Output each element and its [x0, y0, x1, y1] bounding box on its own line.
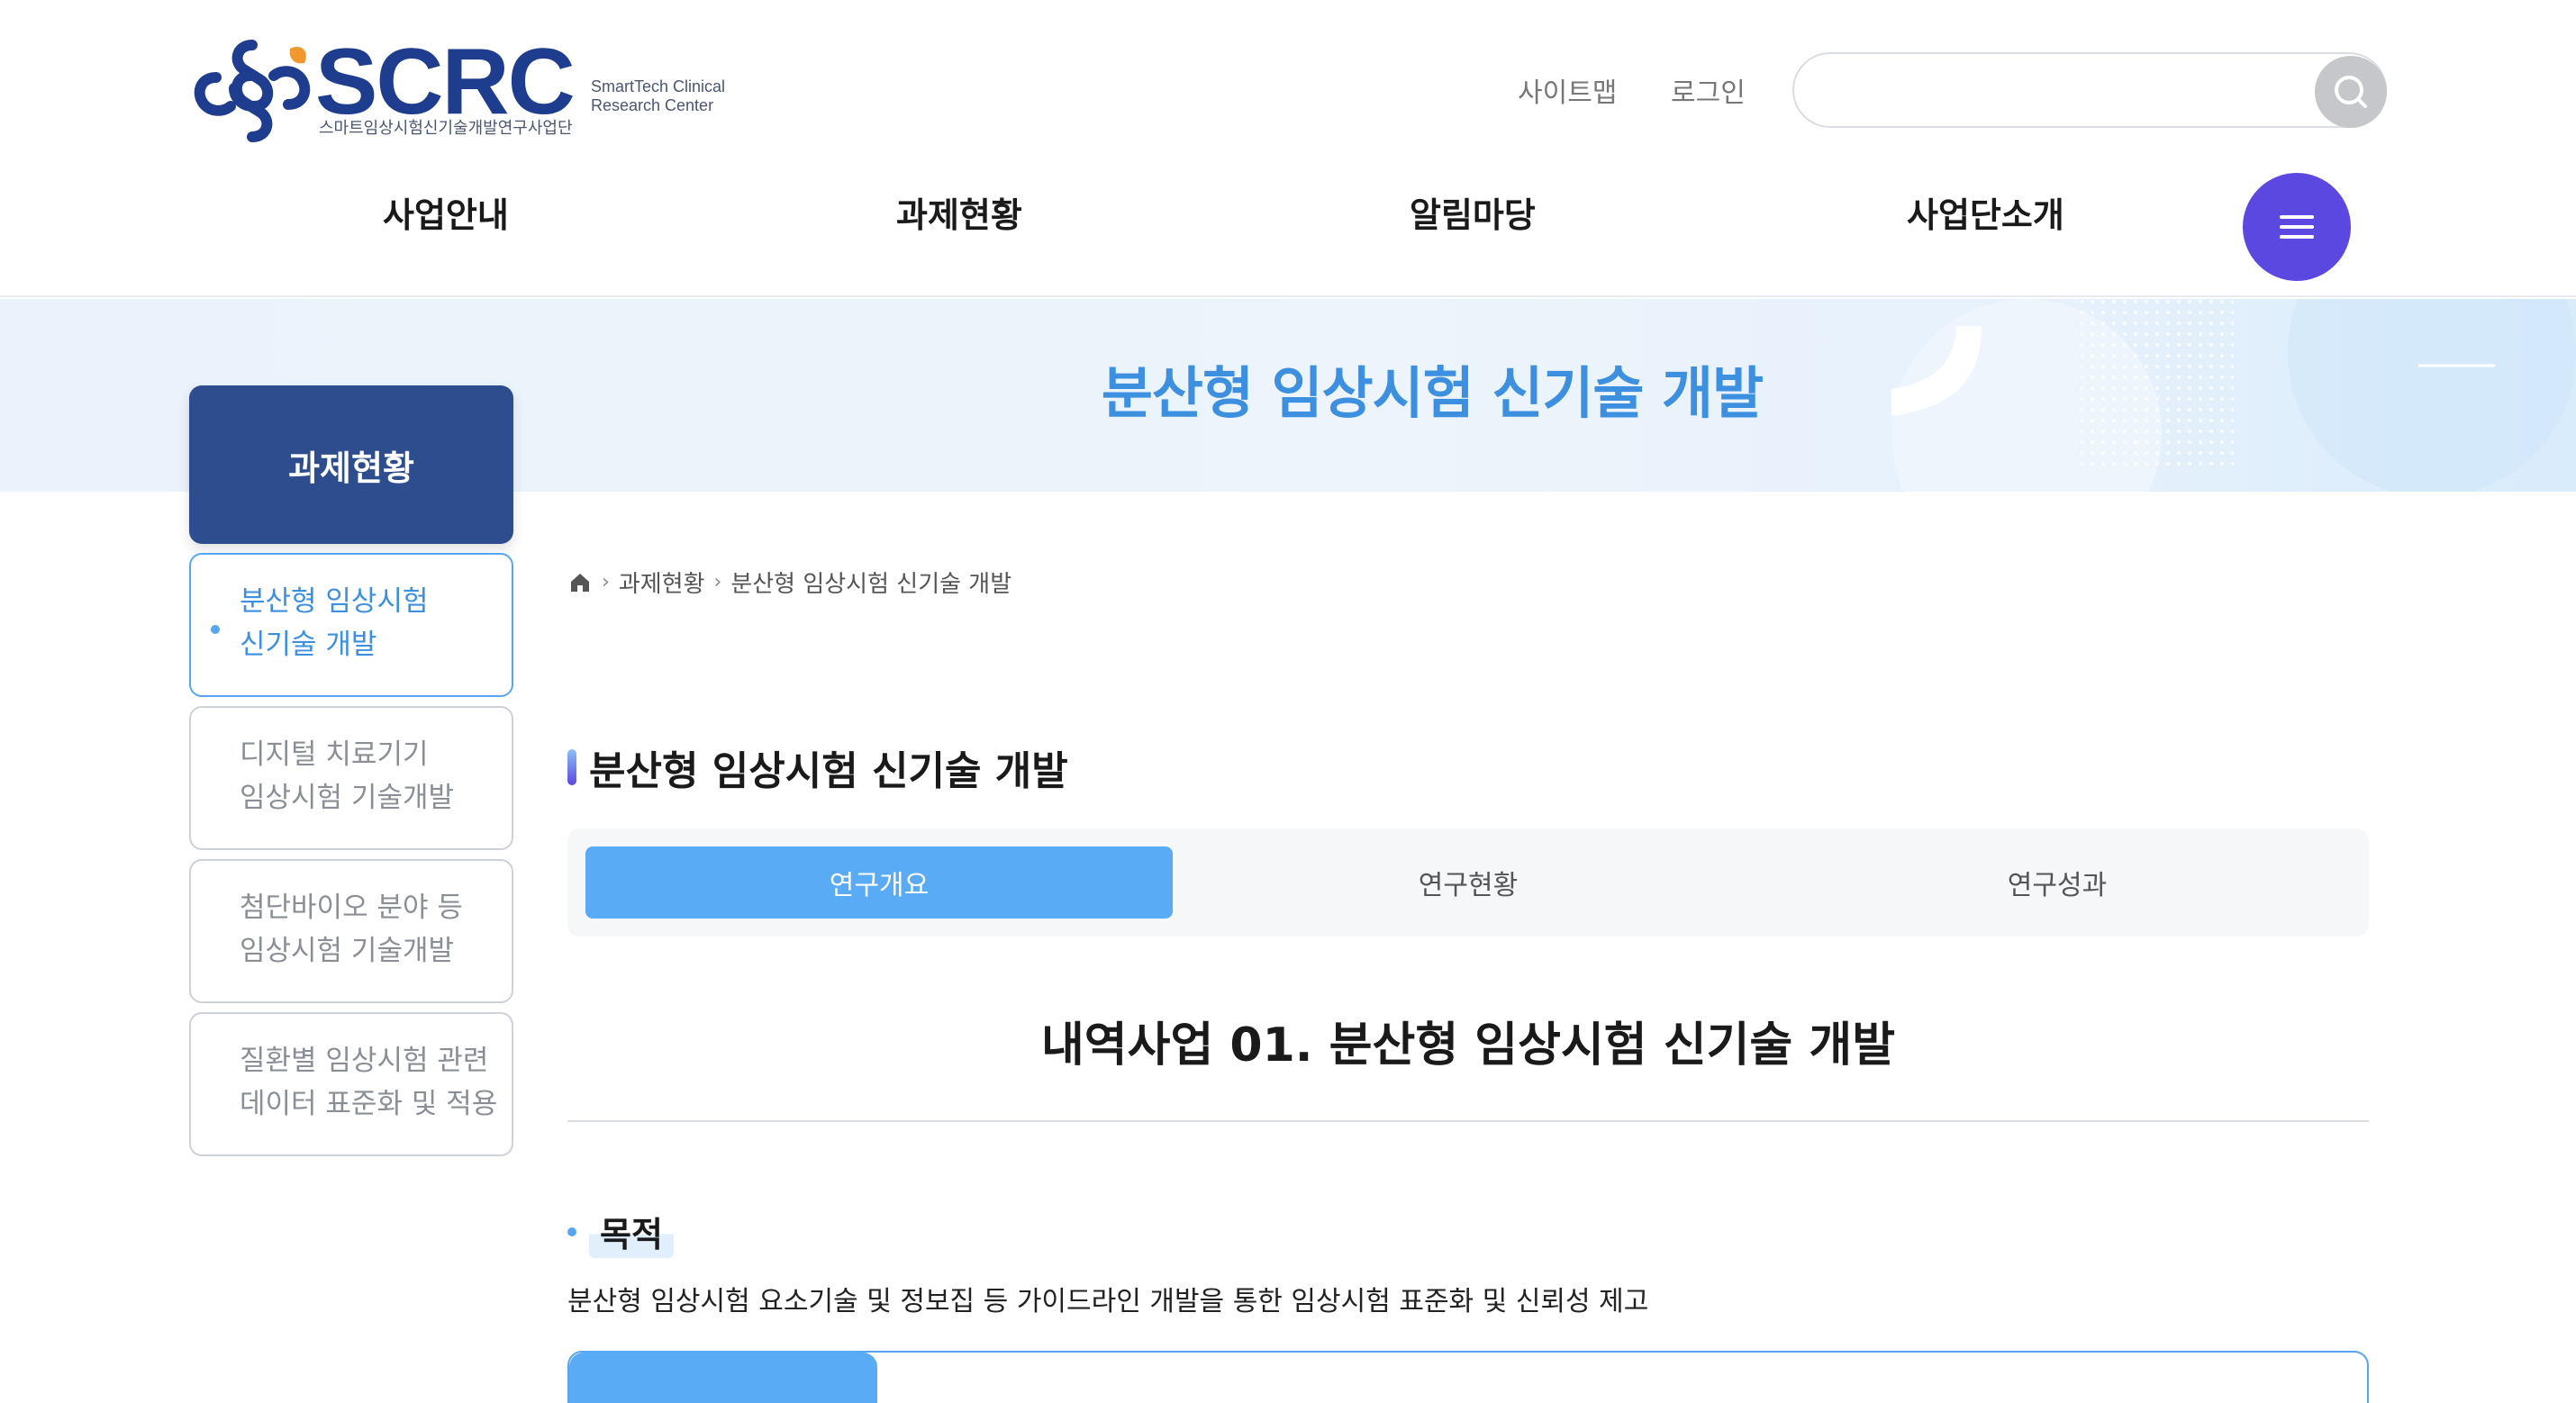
- home-icon[interactable]: [567, 570, 593, 595]
- bullet-icon: [567, 1226, 576, 1236]
- breadcrumb: › 과제현황 › 분산형 임상시험 신기술 개발: [567, 566, 1011, 599]
- section-divider: [567, 1120, 2369, 1122]
- sidebar-item-digital-therapeutics[interactable]: 디지털 치료기기 임상시험 기술개발: [189, 706, 513, 850]
- site-logo[interactable]: SCRC SmartTech Clinical Research Center …: [189, 32, 748, 149]
- sidebar-heading: 과제현황: [189, 385, 513, 544]
- logo-subtitle-ko: 스마트임상시험신기술개발연구사업단: [319, 119, 573, 138]
- purpose-text: 분산형 임상시험 요소기술 및 정보집 등 가이드라인 개발을 통한 임상시험 …: [567, 1286, 1649, 1317]
- chevron-right-icon: ›: [602, 571, 610, 593]
- sidebar-item-label: 분산형 임상시험: [240, 585, 429, 618]
- page-title-block: 분산형 임상시험 신기술 개발: [567, 738, 1068, 796]
- breadcrumb-level2: 분산형 임상시험 신기술 개발: [730, 571, 1012, 598]
- purpose-heading: 목적: [589, 1205, 674, 1258]
- hamburger-icon: [2280, 215, 2314, 239]
- search-icon: [2335, 76, 2367, 108]
- page-title: 분산형 임상시험 신기술 개발: [589, 748, 1068, 794]
- sitemap-link[interactable]: 사이트맵: [1518, 70, 1617, 110]
- purpose-heading-block: 목적: [567, 1205, 674, 1258]
- active-dot-icon: [211, 625, 220, 634]
- breadcrumb-level1[interactable]: 과제현황: [619, 566, 705, 599]
- sidebar-item-label: 신기술 개발: [240, 629, 377, 661]
- gnb-project-status[interactable]: 과제현황: [896, 187, 1022, 237]
- menu-button[interactable]: [2243, 173, 2351, 281]
- tab-status[interactable]: 연구현황: [1175, 846, 1762, 919]
- gnb-notice[interactable]: 알림마당: [1410, 187, 1536, 237]
- search-input[interactable]: [1792, 52, 2387, 128]
- sidebar-item-advanced-bio[interactable]: 첨단바이오 분야 등 임상시험 기술개발: [189, 859, 513, 1003]
- gnb-about[interactable]: 사업단소개: [1907, 187, 2064, 237]
- content-card: [567, 1351, 2369, 1403]
- sidebar-item-label: 데이터 표준화 및 적용: [240, 1088, 498, 1120]
- logo-mark-icon: [194, 40, 311, 142]
- sidebar-item-label: 임상시험 기술개발: [240, 782, 455, 814]
- sidebar-item-label: 임상시험 기술개발: [240, 935, 455, 967]
- sidebar-item-distributed-trial[interactable]: 분산형 임상시험 신기술 개발: [189, 553, 513, 697]
- sidebar-item-label: 첨단바이오 분야 등: [240, 892, 463, 924]
- chevron-right-icon: ›: [713, 571, 722, 593]
- content-tabs: 연구개요 연구현황 연구성과: [567, 828, 2369, 937]
- title-accent-bar: [567, 749, 576, 785]
- sidebar-item-label: 질환별 임상시험 관련: [240, 1045, 489, 1077]
- login-link[interactable]: 로그인: [1671, 70, 1746, 110]
- sidebar-item-label: 디지털 치료기기: [240, 738, 429, 771]
- card-tab: [569, 1353, 877, 1403]
- search-button[interactable]: [2315, 56, 2387, 128]
- logo-subtitle-en: SmartTech Clinical Research Center: [591, 77, 726, 114]
- site-header: SCRC SmartTech Clinical Research Center …: [0, 0, 2576, 297]
- sidebar-item-data-standardization[interactable]: 질환별 임상시험 관련 데이터 표준화 및 적용: [189, 1012, 513, 1156]
- tab-overview[interactable]: 연구개요: [585, 846, 1173, 919]
- section-heading: 내역사업 01. 분산형 임상시험 신기술 개발: [1040, 1018, 1896, 1073]
- tab-results[interactable]: 연구성과: [1764, 846, 2351, 919]
- gnb-business-info[interactable]: 사업안내: [383, 187, 509, 237]
